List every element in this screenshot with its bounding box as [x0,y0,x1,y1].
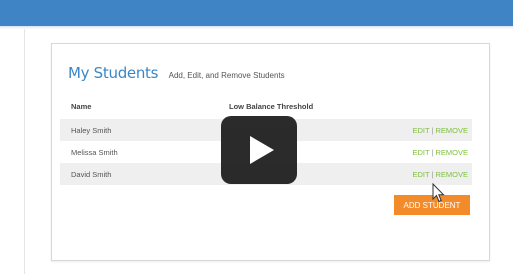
student-name: Haley Smith [71,126,112,135]
row-actions: EDIT | REMOVE [412,148,468,157]
column-header-name: Name [71,102,92,111]
top-navigation-bar [0,0,513,26]
top-bar-shadow [0,26,513,29]
action-separator: | [431,126,434,135]
panel-title: My Students [68,64,159,82]
student-name: David Smith [71,170,112,179]
video-play-button[interactable] [221,116,297,184]
edit-link[interactable]: EDIT [412,126,429,135]
action-separator: | [431,170,434,179]
panel-header: My Students Add, Edit, and Remove Studen… [68,64,285,83]
table-header: Name Low Balance Threshold [60,100,472,114]
mouse-pointer-icon [432,183,445,203]
page-border [24,29,25,274]
edit-link[interactable]: EDIT [412,170,429,179]
remove-link[interactable]: REMOVE [435,170,468,179]
column-header-threshold: Low Balance Threshold [229,102,314,111]
row-actions: EDIT | REMOVE [412,126,468,135]
student-name: Melissa Smith [71,148,118,157]
remove-link[interactable]: REMOVE [435,148,468,157]
action-separator: | [431,148,434,157]
play-icon [250,136,274,164]
panel-subtitle: Add, Edit, and Remove Students [168,71,285,80]
row-actions: EDIT | REMOVE [412,170,468,179]
edit-link[interactable]: EDIT [412,148,429,157]
remove-link[interactable]: REMOVE [435,126,468,135]
